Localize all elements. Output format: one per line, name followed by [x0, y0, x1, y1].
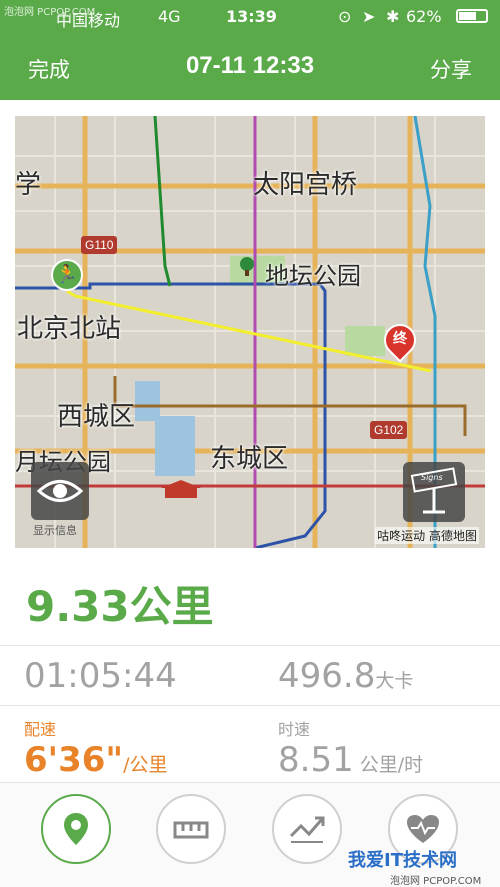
- eye-caption: 显示信息: [33, 524, 77, 537]
- pace-label: 配速: [24, 720, 57, 739]
- map-provider: 咕咚运动 高德地图: [375, 527, 479, 544]
- nav-bar: 完成 07-11 12:33 分享: [0, 34, 500, 100]
- map-label-beijingbei: 北京北站: [17, 314, 122, 344]
- carrier-label: 中国移动: [56, 11, 121, 30]
- watermark-main: 我爱IT技术网: [348, 850, 457, 871]
- divider: [0, 782, 500, 783]
- map-label-taiyanggongqiao: 太阳宫桥: [253, 170, 358, 200]
- location-pin-icon: [64, 813, 88, 845]
- share-button[interactable]: 分享: [430, 54, 472, 84]
- eye-icon: [36, 480, 84, 502]
- watermark-sub: 泡泡网 PCPOP.COM: [390, 876, 482, 887]
- speed-stat: 8.51 公里/时: [278, 740, 423, 780]
- bluetooth-icon: ✱: [386, 7, 400, 26]
- signpost-icon: [410, 467, 458, 514]
- start-marker-icon[interactable]: 🏃: [51, 259, 83, 291]
- speed-unit: 公里/时: [359, 754, 424, 776]
- tab-map[interactable]: [41, 794, 111, 864]
- pace-stat: 6'36"/公里: [24, 740, 168, 780]
- distance-value: 9.33公里: [26, 582, 214, 631]
- status-bar: 泡泡网 PCPOP.COM 中国移动 4G 13:39 ⊙ ➤ ✱ 62%: [0, 0, 500, 34]
- calories-unit: 大卡: [375, 670, 414, 692]
- network-label: 4G: [158, 7, 181, 26]
- battery-icon: [456, 9, 488, 23]
- speed-label: 时速: [278, 720, 311, 739]
- pace-unit: /公里: [123, 754, 168, 776]
- divider: [0, 645, 500, 646]
- end-marker-label: 终: [393, 331, 407, 347]
- road-tag-g102: G102: [370, 421, 408, 439]
- duration-value: 01:05:44: [24, 656, 177, 696]
- divider: [0, 705, 500, 706]
- map-label-xicheng: 西城区: [57, 402, 136, 432]
- calories-value: 496.8: [278, 656, 376, 696]
- lock-rotation-icon: ⊙: [338, 7, 352, 26]
- heart-rate-icon: [407, 815, 439, 843]
- signs-label: Signs: [421, 473, 443, 482]
- battery-percent: 62%: [406, 7, 442, 26]
- signs-button[interactable]: Signs: [403, 462, 465, 522]
- toggle-info-button[interactable]: [31, 462, 89, 520]
- speed-chart-icon: [289, 816, 325, 843]
- ruler-icon: [173, 821, 209, 839]
- calories-stat: 496.8大卡: [278, 656, 413, 696]
- map-label-ditan: 地坛公园: [265, 262, 361, 290]
- tab-splits[interactable]: [156, 794, 226, 864]
- map-label-dongcheng: 东城区: [210, 444, 289, 474]
- pace-value: 6'36": [24, 740, 124, 780]
- location-arrow-icon: ➤: [362, 7, 376, 26]
- road-tag-g110: G110: [81, 236, 118, 254]
- status-time: 13:39: [226, 7, 277, 26]
- route-map[interactable]: 太阳宫桥 地坛公园 北京北站 西城区 东城区 月坛公园 学 G110 G102 …: [15, 116, 485, 548]
- speed-value: 8.51: [278, 740, 354, 780]
- tab-speed[interactable]: [272, 794, 342, 864]
- map-label-xue: 学: [15, 170, 42, 200]
- page-title: 07-11 12:33: [185, 52, 315, 79]
